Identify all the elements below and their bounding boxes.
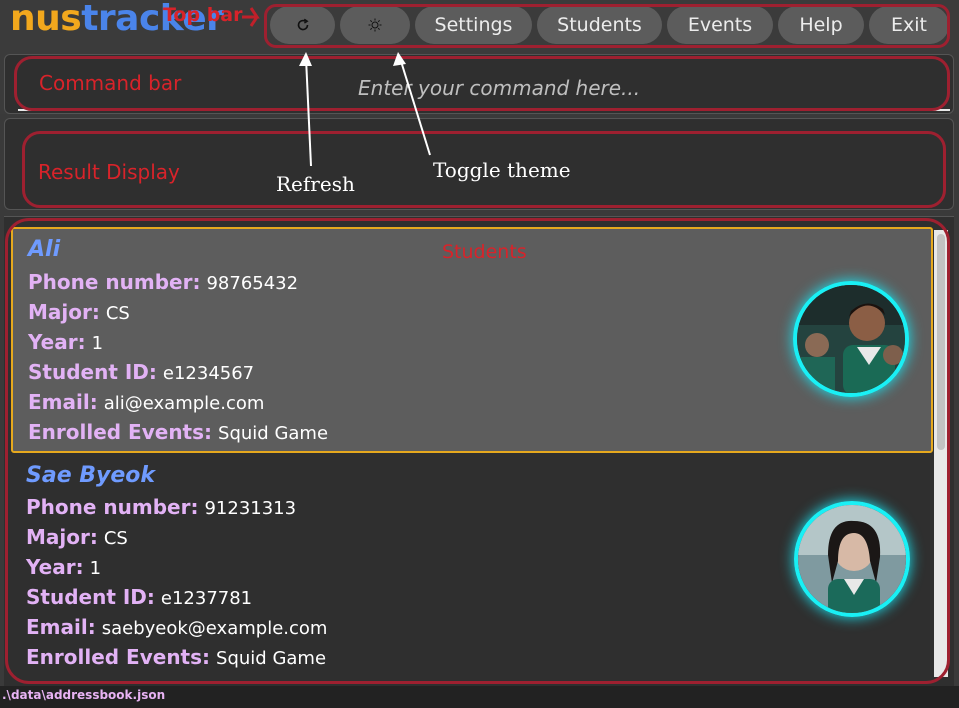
- annotation-students-box: [5, 218, 950, 684]
- annotation-result-label: Result Display: [38, 160, 180, 184]
- file-path: .\data\addressbook.json: [2, 688, 166, 702]
- annotation-toggle-theme-label: Toggle theme: [433, 158, 571, 182]
- status-bar: .\data\addressbook.json: [0, 686, 959, 708]
- annotation-refresh-label: Refresh: [276, 172, 355, 196]
- annotation-students-label: Students: [442, 241, 527, 263]
- annotation-topbar-label: Top bar: [163, 4, 243, 26]
- annotation-command-label: Command bar: [39, 71, 182, 95]
- annotation-topbar-box: [264, 4, 950, 48]
